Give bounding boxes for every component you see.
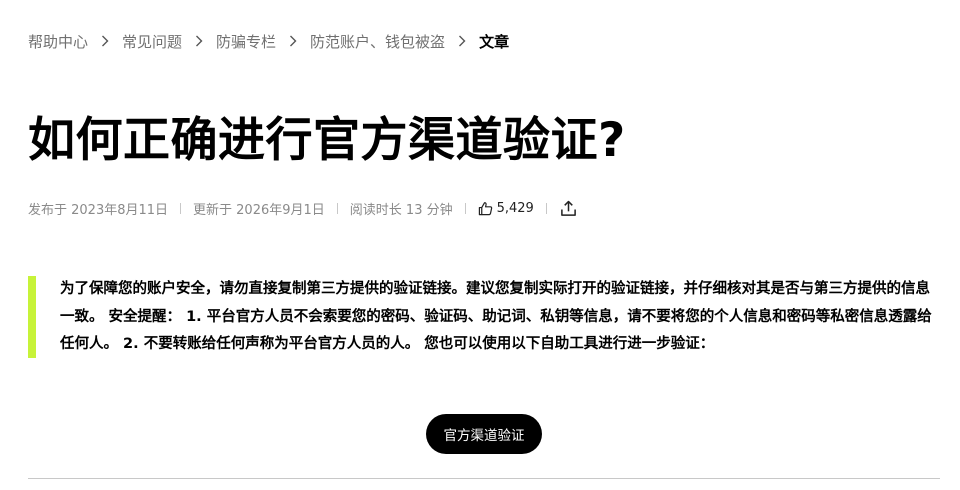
meta-divider [180,202,182,214]
chevron-right-icon [276,31,310,51]
published-date: 发布于 2023年8月11日 [28,202,169,218]
breadcrumb-faq[interactable]: 常见问题 [122,31,182,52]
chevron-right-icon [88,31,122,51]
notice-text: 为了保障您的账户安全，请勿直接复制第三方提供的验证链接。建议您复制实际打开的验证… [60,276,940,358]
read-time: 阅读时长 13 分钟 [349,202,453,218]
like-count: 5,429 [496,200,534,216]
like-button[interactable]: 5,429 [478,201,534,216]
thumbs-up-icon [478,201,492,215]
updated-date: 更新于 2026年9月1日 [193,202,325,218]
chevron-right-icon [445,31,479,51]
breadcrumb: 帮助中心 常见问题 防骗专栏 防范账户、钱包被盗 文章 [28,31,509,51]
breadcrumb-anti-fraud[interactable]: 防骗专栏 [216,31,276,52]
divider [28,478,940,479]
page-title: 如何正确进行官方渠道验证? [28,113,626,168]
meta-divider [336,202,338,214]
share-icon [561,200,577,216]
official-channel-verify-button[interactable]: 官方渠道验证 [426,414,542,454]
meta-divider [545,202,547,214]
article-meta: 发布于 2023年8月11日 更新于 2026年9月1日 阅读时长 13 分钟 … [28,198,579,218]
security-notice: 为了保障您的账户安全，请勿直接复制第三方提供的验证链接。建议您复制实际打开的验证… [28,276,940,358]
notice-paragraph: 为了保障您的账户安全，请勿直接复制第三方提供的验证链接。建议您复制实际打开的验证… [60,281,932,352]
breadcrumb-help-center[interactable]: 帮助中心 [28,31,88,52]
breadcrumb-account-theft[interactable]: 防范账户、钱包被盗 [310,31,445,52]
chevron-right-icon [182,31,216,51]
breadcrumb-current-article: 文章 [479,32,510,51]
share-button[interactable] [559,198,579,218]
meta-divider [464,202,466,214]
notice-accent-bar [28,276,36,358]
